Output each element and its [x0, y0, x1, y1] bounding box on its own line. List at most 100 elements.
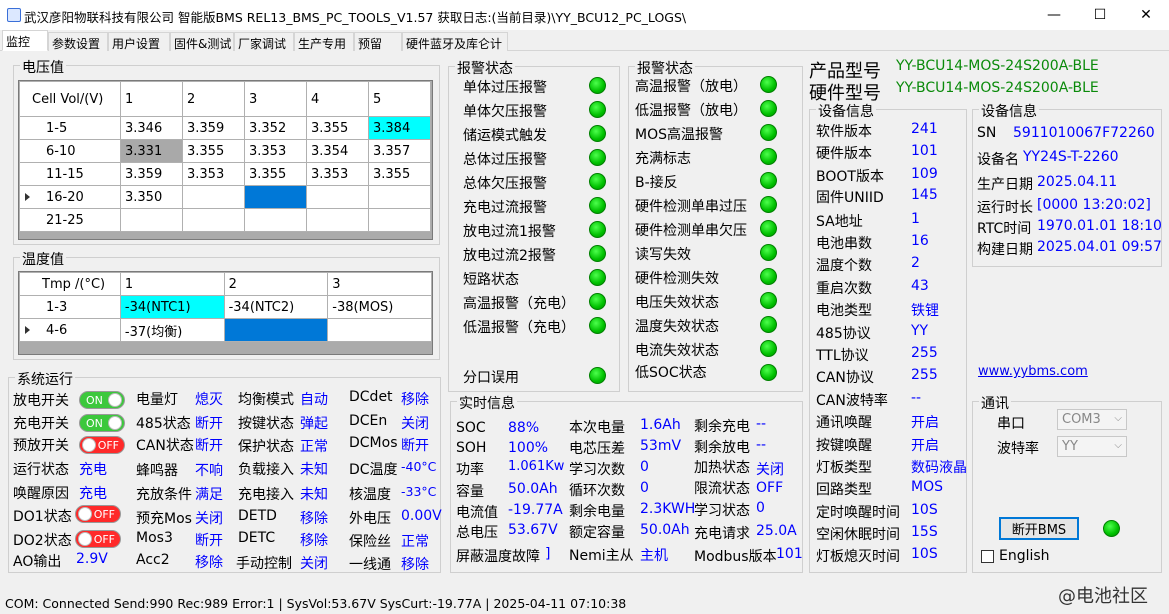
cycle-count-value: 0 — [640, 480, 649, 496]
alarm-status-indicator — [589, 173, 606, 190]
tab-firmware-test[interactable]: 固件&测试 — [170, 32, 234, 51]
temperature-header-label: Tmp /(°C) — [19, 272, 121, 296]
connection-status-indicator — [1103, 520, 1120, 537]
voltage-row[interactable]: 1-5 3.346 3.359 3.352 3.355 3.384 — [19, 116, 431, 140]
voltage-cell[interactable] — [244, 208, 307, 232]
voltage-cell[interactable]: 3.354 — [306, 139, 369, 163]
charger-connected-label: 充电接入 — [238, 487, 294, 503]
voltage-cell[interactable] — [306, 185, 369, 209]
voltage-cell[interactable]: 3.346 — [120, 116, 183, 140]
device-info-value: 255 — [911, 345, 938, 361]
charge-switch-label: 充电开关 — [13, 416, 69, 432]
tab-production[interactable]: 生产专用 — [294, 32, 354, 51]
voltage-row-current[interactable]: 16-20 3.350 — [19, 185, 431, 209]
voltage-cell[interactable]: 3.359 — [120, 162, 183, 186]
remaining-discharge-time-label: 剩余放电 — [694, 440, 750, 456]
alarm-status-indicator — [589, 317, 606, 334]
tab-factory-debug[interactable]: 厂家调试 — [234, 32, 294, 51]
voltage-cell-max[interactable]: 3.384 — [368, 116, 431, 140]
temperature-cell[interactable]: -34(NTC2) — [223, 295, 329, 319]
temperature-row-current[interactable]: 4-6 -37(均衡) — [19, 318, 432, 342]
precharge-switch-toggle[interactable]: OFF — [79, 436, 125, 454]
baud-select[interactable]: YY ⌵ — [1057, 436, 1127, 457]
battery-light-label: 电量灯 — [136, 392, 178, 408]
wake-reason-label: 唤醒原因 — [13, 486, 69, 502]
modbus-version-value: 101 — [776, 546, 803, 562]
disconnect-bms-button[interactable]: 断开BMS — [999, 517, 1079, 540]
voltage-cell[interactable]: 3.357 — [368, 139, 431, 163]
alarm-label: 硬件检测失效 — [635, 271, 719, 287]
voltage-col-header: 4 — [306, 81, 369, 117]
voltage-grid[interactable]: Cell Vol/(V) 1 2 3 4 5 1-5 3.346 3.359 3… — [18, 80, 433, 240]
alarm-label: 电流失效状态 — [635, 343, 719, 359]
load-connected-label: 负载接入 — [238, 462, 294, 478]
voltage-cell[interactable] — [368, 208, 431, 232]
do2-toggle[interactable]: OFF — [75, 530, 121, 548]
learn-count-label: 学习次数 — [569, 462, 625, 478]
discharge-switch-toggle[interactable]: ON — [79, 391, 125, 409]
device-info-value: 43 — [911, 278, 929, 294]
voltage-row[interactable]: 11-15 3.359 3.353 3.355 3.353 3.355 — [19, 162, 431, 186]
tab-params[interactable]: 参数设置 — [48, 32, 108, 51]
alarm-status-indicator — [760, 244, 777, 261]
device-name-value: YY24S-T-2260 — [1023, 149, 1119, 165]
temperature-cell[interactable]: -38(MOS) — [327, 295, 432, 319]
voltage-row-label: 21-25 — [19, 208, 121, 232]
temperature-row[interactable]: 1-3 -34(NTC1) -34(NTC2) -38(MOS) — [19, 295, 432, 319]
voltage-cell[interactable] — [368, 185, 431, 209]
device-info-label: TTL协议 — [816, 348, 869, 364]
device-info-label: 485协议 — [816, 326, 871, 342]
alarm-label: 温度失效状态 — [635, 319, 719, 335]
temperature-cell-selected[interactable] — [223, 318, 329, 342]
remaining-discharge-time-value: -- — [756, 437, 767, 453]
device-info-value: 开启 — [911, 415, 939, 431]
voltage-cell-min[interactable]: 3.331 — [120, 139, 183, 163]
alarm-status-indicator — [760, 340, 777, 357]
temperature-cell[interactable] — [327, 318, 432, 342]
maximize-button[interactable]: ☐ — [1077, 0, 1123, 30]
voltage-cell-selected[interactable] — [244, 185, 307, 209]
voltage-cell[interactable] — [306, 208, 369, 232]
temperature-cell[interactable]: -37(均衡) — [119, 318, 225, 342]
device-info-label: 灯板类型 — [816, 460, 872, 476]
voltage-cell[interactable] — [182, 208, 245, 232]
alarm-status-indicator — [589, 149, 606, 166]
voltage-cell[interactable]: 3.355 — [306, 116, 369, 140]
tab-strip: 监控 参数设置 用户设置 固件&测试 厂家调试 生产专用 预留 硬件蓝牙及库仑计 — [0, 30, 1169, 51]
minimize-button[interactable]: — — [1031, 0, 1077, 30]
voltage-cell[interactable]: 3.353 — [182, 162, 245, 186]
voltage-cell[interactable]: 3.359 — [182, 116, 245, 140]
port-select[interactable]: COM3 ⌵ — [1057, 409, 1127, 430]
temperature-grid[interactable]: Tmp /(°C) 1 2 3 1-3 -34(NTC1) -34(NTC2) … — [18, 271, 433, 355]
voltage-cell[interactable]: 3.355 — [368, 162, 431, 186]
voltage-cell[interactable] — [182, 185, 245, 209]
alarm-status-indicator — [760, 196, 777, 213]
tab-reserved[interactable]: 预留 — [354, 32, 402, 51]
close-button[interactable]: ✕ — [1123, 0, 1169, 30]
temperature-cell-max[interactable]: -34(NTC1) — [119, 295, 225, 319]
voltage-cell[interactable]: 3.352 — [244, 116, 307, 140]
voltage-row[interactable]: 21-25 — [19, 208, 431, 232]
voltage-cell[interactable]: 3.355 — [182, 139, 245, 163]
charge-switch-toggle[interactable]: ON — [79, 414, 125, 432]
voltage-cell[interactable]: 3.350 — [120, 185, 183, 209]
tab-bluetooth-coulomb[interactable]: 硬件蓝牙及库仑计 — [402, 32, 508, 51]
alarm-label: 低SOC状态 — [635, 365, 707, 381]
alarm-status-indicator — [760, 292, 777, 309]
realtime-title: 实时信息 — [457, 393, 517, 413]
do1-toggle[interactable]: OFF — [75, 505, 121, 523]
device-info-label: 通讯唤醒 — [816, 415, 872, 431]
voltage-cell[interactable]: 3.353 — [306, 162, 369, 186]
temperature-col-header: 1 — [119, 272, 225, 296]
voltage-cell[interactable]: 3.353 — [244, 139, 307, 163]
learn-state-label: 学习状态 — [694, 503, 750, 519]
tab-user-settings[interactable]: 用户设置 — [108, 32, 170, 51]
english-checkbox[interactable] — [981, 550, 994, 563]
device-info-value: MOS — [911, 479, 943, 495]
tab-monitor[interactable]: 监控 — [2, 30, 48, 51]
website-link[interactable]: www.yybms.com — [978, 364, 1088, 379]
voltage-row[interactable]: 6-10 3.331 3.355 3.353 3.354 3.357 — [19, 139, 431, 163]
device-info-value: 101 — [911, 143, 938, 159]
voltage-cell[interactable] — [120, 208, 183, 232]
voltage-cell[interactable]: 3.355 — [244, 162, 307, 186]
